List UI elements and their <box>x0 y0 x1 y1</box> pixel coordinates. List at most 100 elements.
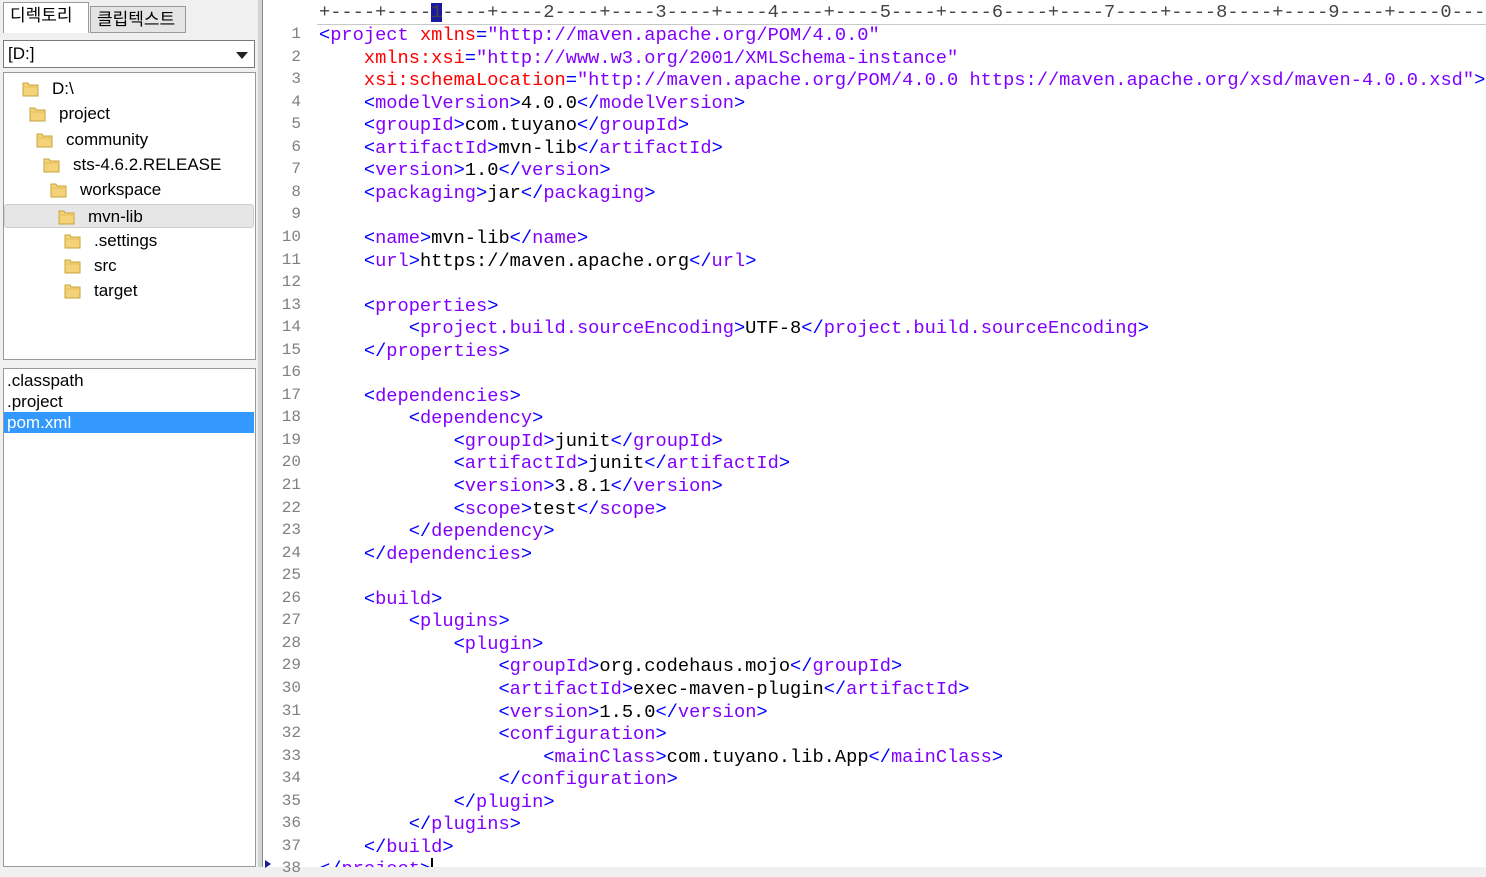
tree-item-label: community <box>66 129 149 149</box>
code-line[interactable]: </properties> <box>319 340 510 362</box>
code-token: < <box>363 294 376 317</box>
code-token: > <box>442 835 454 858</box>
code-token: build <box>375 587 432 610</box>
line-number: 2 <box>291 47 301 66</box>
code-editor[interactable]: +----+----1----+----2----+----3----+----… <box>262 0 1486 877</box>
code-line[interactable]: <groupId>org.codehaus.mojo</groupId> <box>319 655 902 677</box>
code-token: </ <box>363 542 387 565</box>
code-token: > <box>453 159 465 182</box>
code-token: </ <box>644 452 667 475</box>
code-line[interactable]: <artifactId>junit</artifactId> <box>319 452 790 474</box>
code-line[interactable]: <mainClass>com.tuyano.lib.App</mainClass… <box>319 746 1003 768</box>
drive-select[interactable]: [D:] <box>3 40 255 68</box>
code-line[interactable]: <groupId>junit</groupId> <box>319 430 723 452</box>
chevron-down-icon[interactable] <box>236 52 248 59</box>
code-token: plugins <box>419 610 499 633</box>
code-token: artifactId <box>666 452 779 475</box>
code-token: > <box>543 520 555 543</box>
directory-tree[interactable]: D:\ project community sts-4.6.2.RELEASE work… <box>3 72 256 360</box>
code-line[interactable]: xsi:schemaLocation="http://maven.apache.… <box>319 69 1485 91</box>
line-number: 30 <box>281 678 301 697</box>
code-token: > <box>891 655 903 678</box>
code-line[interactable]: <groupId>com.tuyano</groupId> <box>319 114 689 136</box>
tab-directory[interactable]: 디렉토리 <box>3 2 89 33</box>
code-token: > <box>655 745 667 768</box>
code-line[interactable]: <url>https://maven.apache.org</url> <box>319 249 757 272</box>
code-token: > <box>576 226 589 249</box>
code-line[interactable]: </configuration> <box>319 768 677 791</box>
code-token: packaging <box>543 181 645 204</box>
file-list[interactable]: .classpath .project pom.xml <box>3 368 256 867</box>
file-item[interactable]: .project <box>4 391 254 412</box>
code-line[interactable]: <project.build.sourceEncoding>UTF-8</pro… <box>319 317 1149 339</box>
code-token: properties <box>386 339 499 362</box>
code-line[interactable]: </dependency> <box>319 520 555 542</box>
code-token: "http://maven.apache.org/POM/4.0.0 https… <box>576 69 1475 92</box>
code-token: project.build.sourceEncoding <box>419 317 734 340</box>
code-token: version <box>509 700 589 723</box>
code-token: > <box>509 813 521 836</box>
line-number: 15 <box>281 340 301 359</box>
code-line[interactable]: <packaging>jar</packaging> <box>319 181 656 204</box>
tree-item[interactable]: mvn-lib <box>4 203 254 228</box>
line-number: 8 <box>291 182 301 201</box>
line-number: 9 <box>291 205 301 224</box>
folder-icon <box>22 80 39 97</box>
panel-splitter[interactable] <box>0 360 260 368</box>
code-token: scope <box>599 497 656 520</box>
tab-cliptext[interactable]: 클립텍스트 <box>90 6 186 33</box>
code-token: groupId <box>375 114 454 137</box>
code-area[interactable]: <project xmlns="http://maven.apache.org/… <box>319 24 1486 867</box>
code-token: < <box>408 317 420 340</box>
code-token: org.codehaus.mojo <box>599 655 791 678</box>
code-line[interactable]: </dependencies> <box>319 543 532 565</box>
code-token: > <box>431 587 443 610</box>
code-line[interactable]: </project> <box>319 858 431 867</box>
file-item[interactable]: .classpath <box>4 370 254 391</box>
code-token: > <box>576 452 589 475</box>
code-line[interactable]: <project xmlns="http://maven.apache.org/… <box>319 24 880 46</box>
code-line[interactable]: </plugins> <box>319 813 521 835</box>
code-line[interactable]: <version>1.5.0</version> <box>319 700 767 723</box>
code-line[interactable]: </build> <box>319 836 454 858</box>
code-token: </ <box>498 768 521 791</box>
code-line[interactable]: </plugin> <box>319 791 555 813</box>
panel-tabs: 디렉토리 클립텍스트 <box>0 0 260 36</box>
code-line[interactable]: <properties> <box>319 294 499 317</box>
code-line[interactable]: <artifactId>mvn-lib</artifactId> <box>319 137 723 159</box>
line-number: 34 <box>281 769 301 788</box>
code-token: > <box>733 317 746 340</box>
code-line[interactable]: <version>3.8.1</version> <box>319 475 723 497</box>
code-line[interactable]: <configuration> <box>319 723 666 745</box>
code-token: > <box>599 159 611 182</box>
code-token: mvn-lib <box>431 226 510 249</box>
code-line[interactable]: <dependencies> <box>319 385 521 407</box>
code-token: </ <box>576 91 600 114</box>
code-token: < <box>363 587 376 610</box>
code-token: > <box>453 114 465 137</box>
code-line[interactable]: <version>1.0</version> <box>319 159 611 181</box>
code-line[interactable]: <scope>test</scope> <box>319 498 667 520</box>
code-line[interactable]: <artifactId>exec-maven-plugin</artifactI… <box>319 678 969 700</box>
code-line[interactable]: <name>mvn-lib</name> <box>319 227 588 249</box>
code-token: </ <box>689 249 712 272</box>
file-item[interactable]: pom.xml <box>4 412 254 434</box>
code-token: > <box>408 249 420 272</box>
code-line[interactable]: <plugins> <box>319 610 510 632</box>
code-line[interactable]: <modelVersion>4.0.0</modelVersion> <box>319 92 745 114</box>
code-token: url <box>711 249 746 272</box>
code-token: </ <box>453 790 477 813</box>
left-panel: 디렉토리 클립텍스트 [D:] D:\ project community sts-4… <box>0 0 260 867</box>
code-line[interactable]: <plugin> <box>319 633 544 655</box>
code-token: = <box>565 69 577 92</box>
code-line[interactable]: <dependency> <box>319 407 544 429</box>
code-token: dependencies <box>375 384 510 407</box>
code-line[interactable]: xmlns:xsi="http://www.w3.org/2001/XMLSch… <box>319 47 958 69</box>
code-line[interactable]: <build> <box>319 587 443 610</box>
